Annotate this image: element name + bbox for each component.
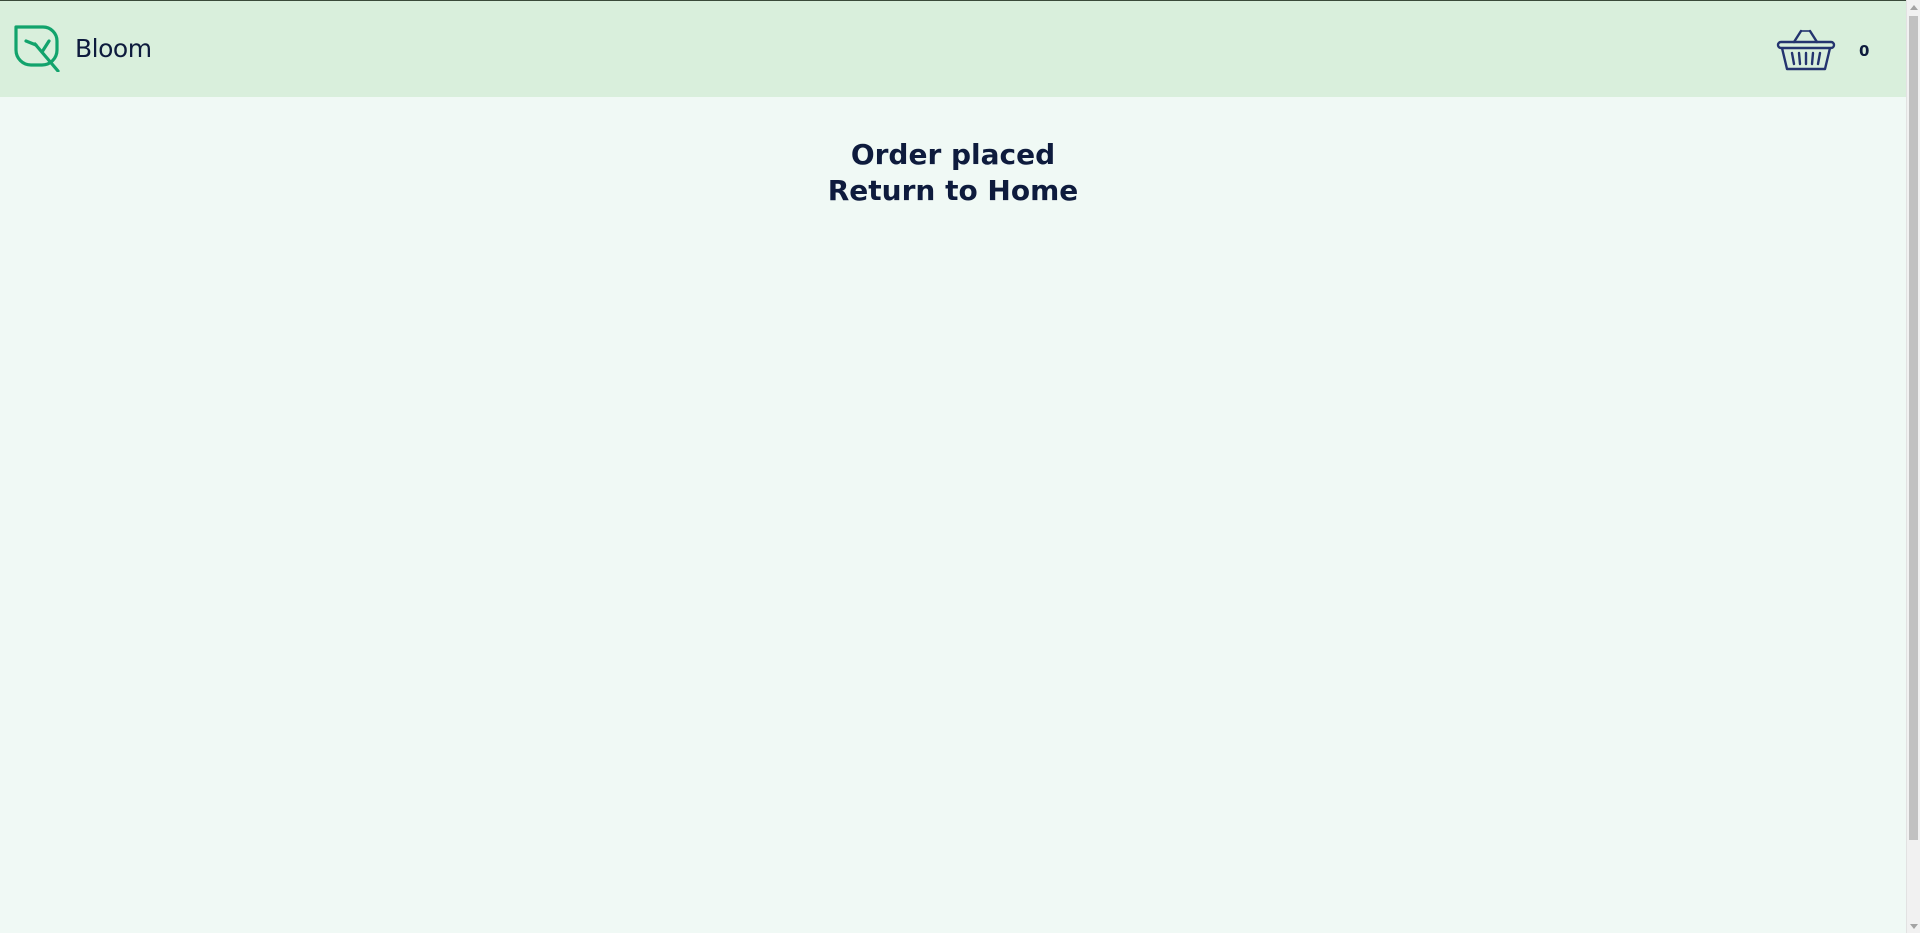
order-status-heading: Order placed (850, 138, 1056, 171)
navbar: Bloom 0 (0, 1, 1906, 97)
brand-name: Bloom (75, 33, 152, 63)
leaf-icon (14, 25, 60, 72)
scrollbar-thumb[interactable] (1909, 16, 1918, 840)
return-home-link[interactable]: Return to Home (828, 173, 1079, 209)
scroll-up-arrow-icon[interactable] (1910, 5, 1918, 10)
basket-icon (1776, 29, 1836, 71)
main-content: Order placed Return to Home (0, 97, 1906, 209)
cart-button[interactable]: 0 (1776, 29, 1869, 73)
brand-home-link[interactable]: Bloom (13, 24, 152, 72)
vertical-scrollbar[interactable] (1906, 0, 1920, 933)
page: Bloom 0 Order placed Return to Home (0, 0, 1920, 933)
scroll-down-arrow-icon[interactable] (1910, 924, 1918, 929)
cart-count-badge: 0 (1859, 42, 1870, 60)
